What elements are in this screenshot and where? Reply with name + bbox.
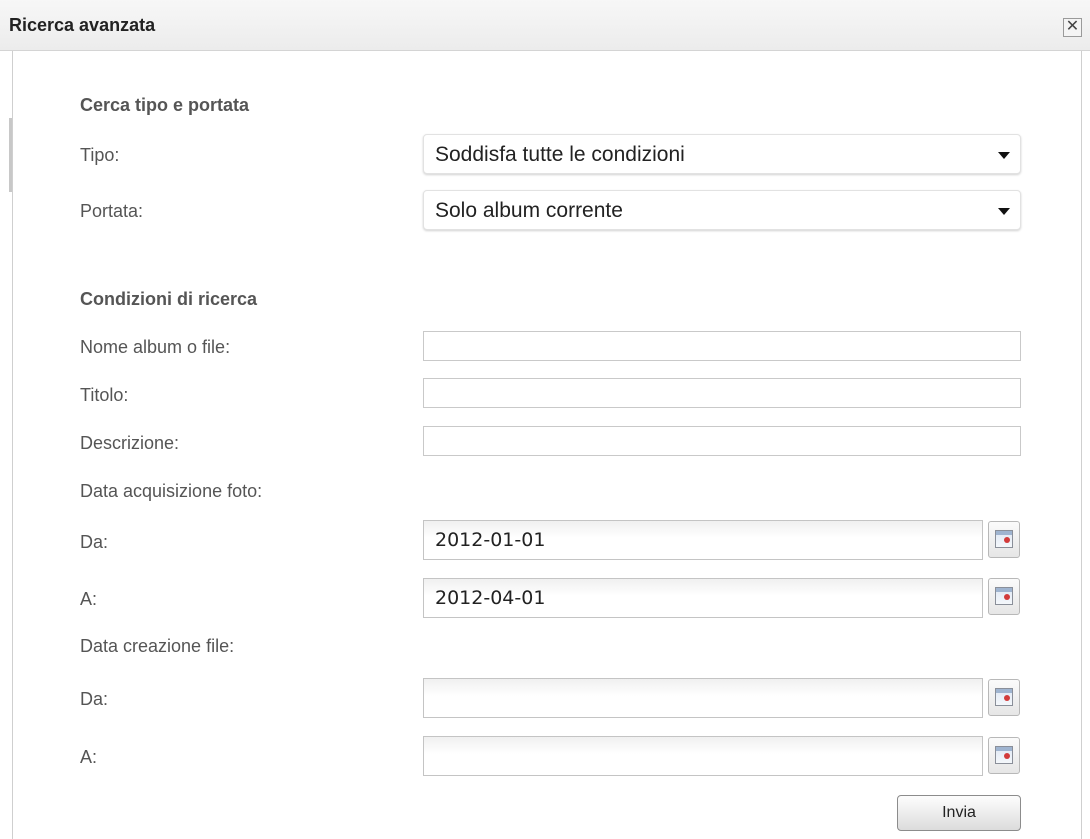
photo-from-calendar-button[interactable] [988, 521, 1020, 558]
title-input[interactable] [423, 378, 1021, 408]
scope-label: Portata: [80, 201, 144, 221]
scope-select[interactable]: Solo album corrente [423, 190, 1021, 230]
type-select-value: Soddisfa tutte le condizioni [435, 143, 685, 166]
photo-to-date-input[interactable] [423, 578, 983, 618]
scrollbar-thumb[interactable] [9, 118, 12, 192]
type-select[interactable]: Soddisfa tutte le condizioni [423, 134, 1021, 174]
section-heading-conditions: Condizioni di ricerca [80, 289, 258, 309]
scope-select-value: Solo album corrente [435, 199, 623, 222]
left-border [12, 51, 13, 839]
photo-from-label: Da: [80, 532, 109, 552]
file-from-label: Da: [80, 689, 109, 709]
photo-date-heading: Data acquisizione foto: [80, 481, 263, 501]
name-input[interactable] [423, 331, 1021, 361]
photo-from-date-input[interactable] [423, 520, 983, 560]
right-border [1081, 51, 1082, 839]
chevron-down-icon [998, 152, 1010, 159]
photo-to-label: A: [80, 589, 98, 609]
section-heading-scope: Cerca tipo e portata [80, 95, 250, 115]
file-date-heading: Data creazione file: [80, 636, 235, 656]
dialog-title: Ricerca avanzata [9, 15, 156, 35]
advanced-search-dialog: Ricerca avanzata ✕ Cerca tipo e portata … [0, 0, 1090, 839]
calendar-icon [995, 746, 1013, 764]
close-icon[interactable]: ✕ [1063, 18, 1082, 37]
calendar-icon [995, 530, 1013, 548]
calendar-icon [995, 587, 1013, 605]
title-label: Titolo: [80, 385, 129, 405]
photo-to-calendar-button[interactable] [988, 578, 1020, 615]
dialog-titlebar: Ricerca avanzata ✕ [0, 0, 1090, 51]
file-to-date-input[interactable] [423, 736, 983, 776]
chevron-down-icon [998, 208, 1010, 215]
description-label: Descrizione: [80, 433, 180, 453]
description-input[interactable] [423, 426, 1021, 456]
file-from-date-input[interactable] [423, 678, 983, 718]
calendar-icon [995, 688, 1013, 706]
file-to-label: A: [80, 747, 98, 767]
submit-button[interactable]: Invia [897, 795, 1021, 831]
name-label: Nome album o file: [80, 337, 231, 357]
type-label: Tipo: [80, 145, 120, 165]
file-to-calendar-button[interactable] [988, 737, 1020, 774]
file-from-calendar-button[interactable] [988, 679, 1020, 716]
